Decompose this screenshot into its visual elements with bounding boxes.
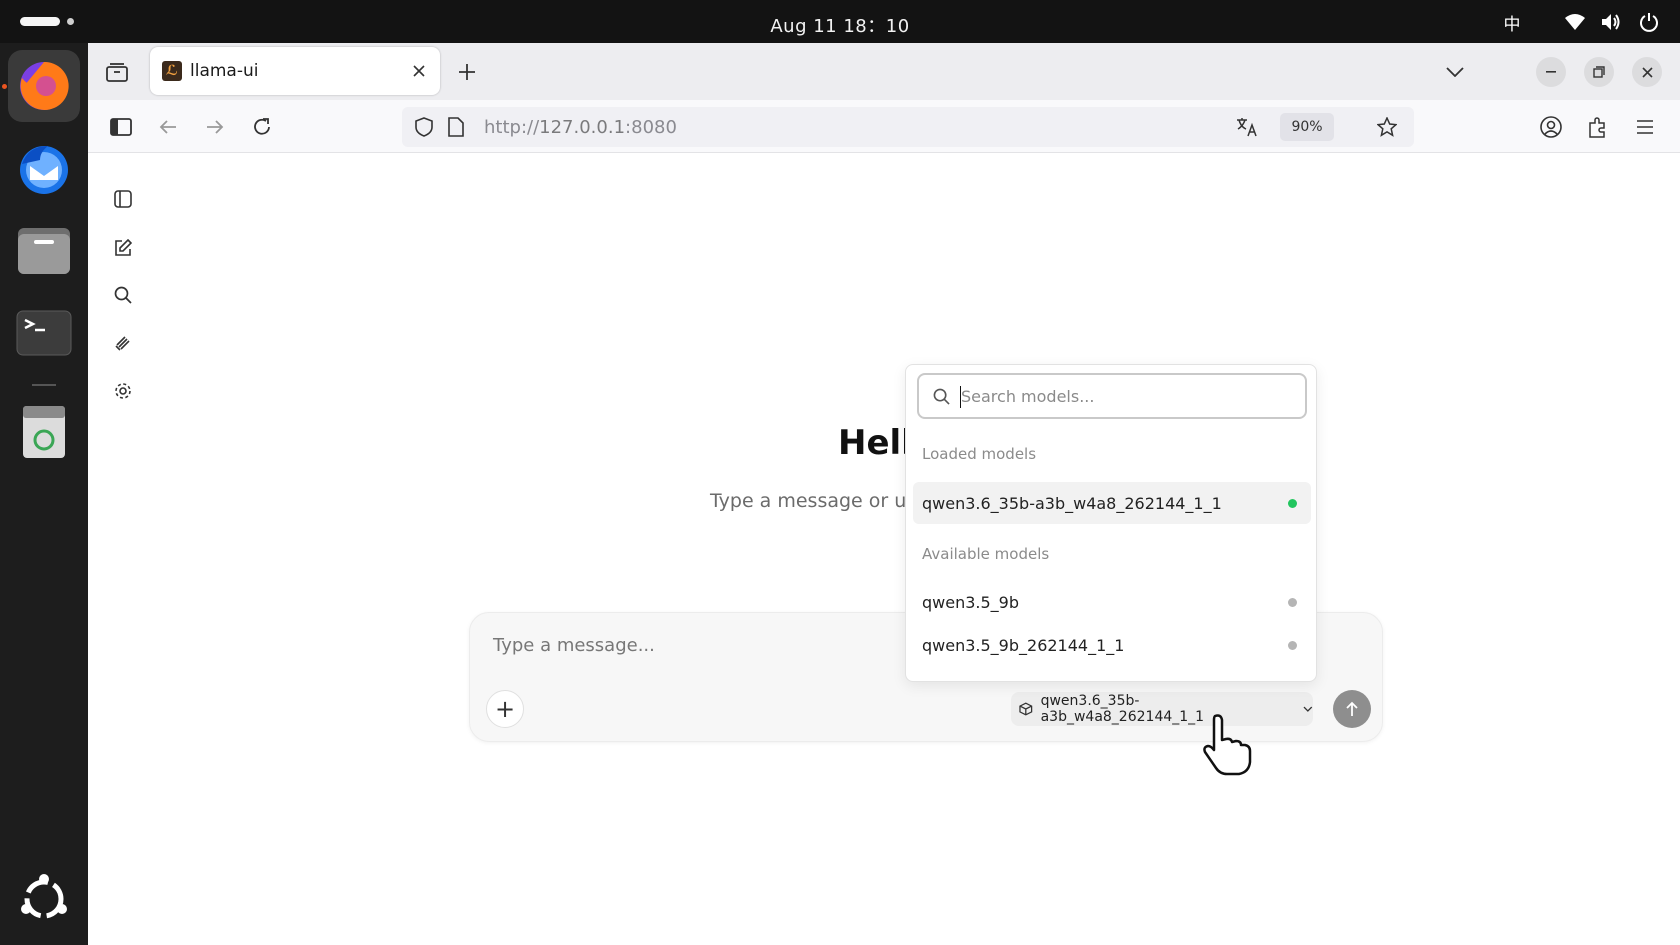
thunderbird-icon[interactable] (8, 132, 80, 204)
browser-window: ℒ llama-ui http://127.0.0.1:8080 90% Hel… (88, 43, 1680, 945)
greeting-subtitle: Type a message or u (710, 490, 907, 512)
reload-icon[interactable] (247, 112, 277, 142)
llama-favicon-icon: ℒ (162, 61, 182, 81)
model-status-dot (1288, 499, 1297, 508)
tab-overview-icon[interactable] (102, 57, 132, 87)
model-option-label: qwen3.6_35b-a3b_w4a8_262144_1_1 (922, 493, 1222, 513)
message-input[interactable]: Type a message... (493, 635, 655, 656)
files-icon[interactable] (8, 214, 80, 286)
model-status-dot (1288, 598, 1297, 607)
running-indicator (2, 84, 7, 89)
model-option-label: qwen3.5_9b_262144_1_1 (922, 635, 1125, 655)
model-option-available[interactable]: qwen3.5_9b (913, 581, 1311, 623)
back-icon[interactable] (153, 112, 183, 142)
new-tab-icon[interactable] (452, 57, 482, 87)
model-selector-button[interactable]: qwen3.6_35b-a3b_w4a8_262144_1_1 (1011, 692, 1313, 726)
llama-ui-page: Hell Type a message or u Type a message.… (88, 153, 1680, 945)
model-search-input[interactable]: Search models... (917, 373, 1307, 419)
search-icon (933, 388, 950, 405)
add-attachment-button[interactable]: + (486, 690, 524, 728)
url-bar[interactable]: http://127.0.0.1:8080 90% (402, 107, 1414, 147)
app-menu-icon[interactable] (1630, 112, 1660, 142)
settings-icon[interactable] (110, 378, 136, 404)
available-models-label: Available models (922, 545, 1050, 563)
system-clock[interactable]: Aug 11 18：10 (0, 12, 1680, 38)
page-info-icon[interactable] (444, 115, 468, 139)
send-button[interactable] (1333, 690, 1371, 728)
tab-strip: ℒ llama-ui (88, 43, 1680, 100)
model-status-dot (1288, 641, 1297, 650)
translate-icon[interactable] (1234, 115, 1260, 139)
power-icon[interactable] (1636, 10, 1662, 34)
close-window-icon[interactable] (1632, 57, 1662, 87)
trash-icon[interactable] (8, 396, 80, 468)
input-method-indicator[interactable]: 中 (1500, 10, 1524, 35)
search-placeholder: Search models... (961, 387, 1095, 406)
url-text[interactable]: http://127.0.0.1:8080 (484, 117, 677, 138)
bookmark-star-icon[interactable] (1374, 115, 1400, 139)
model-option-available[interactable]: qwen3.5_9b_262144_1_1 (913, 624, 1311, 666)
shield-icon[interactable] (412, 115, 436, 139)
wifi-icon[interactable] (1562, 10, 1588, 34)
list-all-tabs-icon[interactable] (1440, 57, 1470, 87)
dock-separator (32, 384, 56, 386)
navigation-toolbar: http://127.0.0.1:8080 90% (88, 100, 1680, 153)
forward-icon[interactable] (200, 112, 230, 142)
account-icon[interactable] (1536, 112, 1566, 142)
new-chat-icon[interactable] (110, 235, 136, 261)
sidebar-toggle-icon[interactable] (110, 186, 136, 212)
url-scheme: http:// (484, 117, 540, 138)
arrow-up-icon (1346, 701, 1358, 716)
model-option-label: qwen3.5_9b (922, 592, 1020, 612)
volume-icon[interactable] (1598, 10, 1624, 34)
extensions-icon[interactable] (1583, 112, 1613, 142)
terminal-icon[interactable] (8, 297, 80, 369)
greeting-heading: Hell (838, 423, 913, 463)
hand-pointer-cursor-icon (1195, 712, 1261, 782)
url-port: :8080 (625, 117, 677, 138)
ubuntu-logo-icon[interactable] (8, 863, 80, 935)
model-option-loaded[interactable]: qwen3.6_35b-a3b_w4a8_262144_1_1 (913, 482, 1311, 524)
minimize-icon[interactable] (1536, 57, 1566, 87)
zoom-level-button[interactable]: 90% (1280, 113, 1334, 141)
attachment-icon[interactable] (110, 330, 136, 356)
model-dropdown: Search models... Loaded models qwen3.6_3… (905, 364, 1317, 682)
system-top-bar: Aug 11 18：10 中 (0, 0, 1680, 43)
dock (0, 43, 88, 945)
url-host: 127.0.0.1 (539, 117, 626, 138)
loaded-models-label: Loaded models (922, 445, 1037, 463)
tab-title: llama-ui (190, 61, 259, 81)
tab-llama-ui[interactable]: ℒ llama-ui (150, 47, 440, 95)
chevron-down-icon (1303, 706, 1313, 712)
restore-icon[interactable] (1584, 57, 1614, 87)
model-cube-icon (1019, 702, 1033, 716)
close-tab-icon[interactable] (406, 58, 432, 84)
text-caret (960, 386, 961, 408)
sidebar-panel-icon[interactable] (106, 112, 136, 142)
firefox-icon[interactable] (8, 50, 80, 122)
search-icon[interactable] (110, 282, 136, 308)
